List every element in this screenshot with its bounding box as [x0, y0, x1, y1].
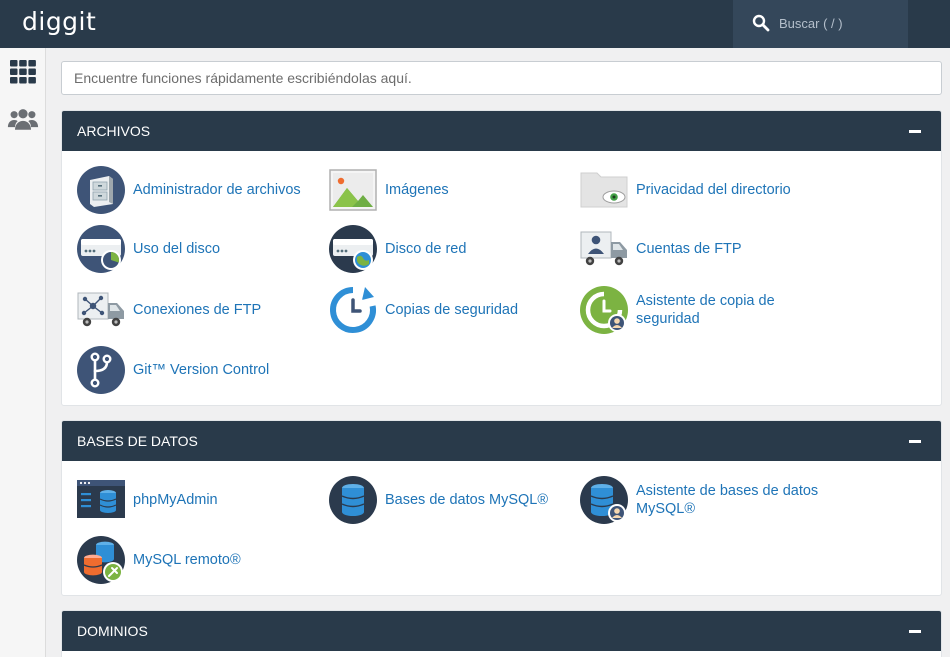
- sidebar: [0, 48, 46, 657]
- disk-usage-icon: [77, 225, 125, 273]
- phpmyadmin-icon: [77, 480, 125, 518]
- search-icon: [752, 14, 770, 32]
- search-label: Buscar ( / ): [779, 16, 843, 31]
- folder-eye-icon: [580, 172, 628, 208]
- network-disk-icon: [329, 225, 377, 273]
- ftp-truck-network-icon: [77, 292, 124, 327]
- quick-find-input[interactable]: [61, 61, 942, 95]
- backup-clock-icon: [330, 287, 376, 333]
- remote-database-icon: [77, 536, 125, 584]
- search-box[interactable]: Buscar ( / ): [733, 0, 908, 48]
- file-cabinet-icon: [77, 166, 125, 214]
- image-icon: [329, 169, 377, 211]
- archivos-title: ARCHIVOS: [77, 123, 151, 139]
- logo[interactable]: diggit: [22, 7, 96, 36]
- collapse-icon[interactable]: [909, 130, 921, 133]
- database-icon: [329, 476, 377, 524]
- databases-panel: BASES DE DATOS phpMyAdmin Bases de datos…: [61, 420, 942, 596]
- collapse-icon[interactable]: [909, 630, 921, 633]
- grid-icon[interactable]: [7, 57, 39, 87]
- ftp-truck-user-icon: [580, 231, 627, 266]
- archivos-panel: ARCHIVOS Administrador de archivos Imáge…: [61, 110, 942, 406]
- archivos-header[interactable]: ARCHIVOS: [62, 111, 941, 151]
- domains-header[interactable]: DOMINIOS: [62, 611, 941, 651]
- top-bar: diggit Buscar ( / ): [0, 0, 950, 48]
- databases-title: BASES DE DATOS: [77, 433, 198, 449]
- backup-wizard-icon: [580, 286, 628, 334]
- collapse-icon[interactable]: [909, 440, 921, 443]
- git-branch-icon: [77, 346, 125, 394]
- databases-header[interactable]: BASES DE DATOS: [62, 421, 941, 461]
- database-wizard-icon: [580, 476, 628, 524]
- domains-title: DOMINIOS: [77, 623, 148, 639]
- domains-panel: DOMINIOS: [61, 610, 942, 657]
- users-icon[interactable]: [7, 105, 39, 135]
